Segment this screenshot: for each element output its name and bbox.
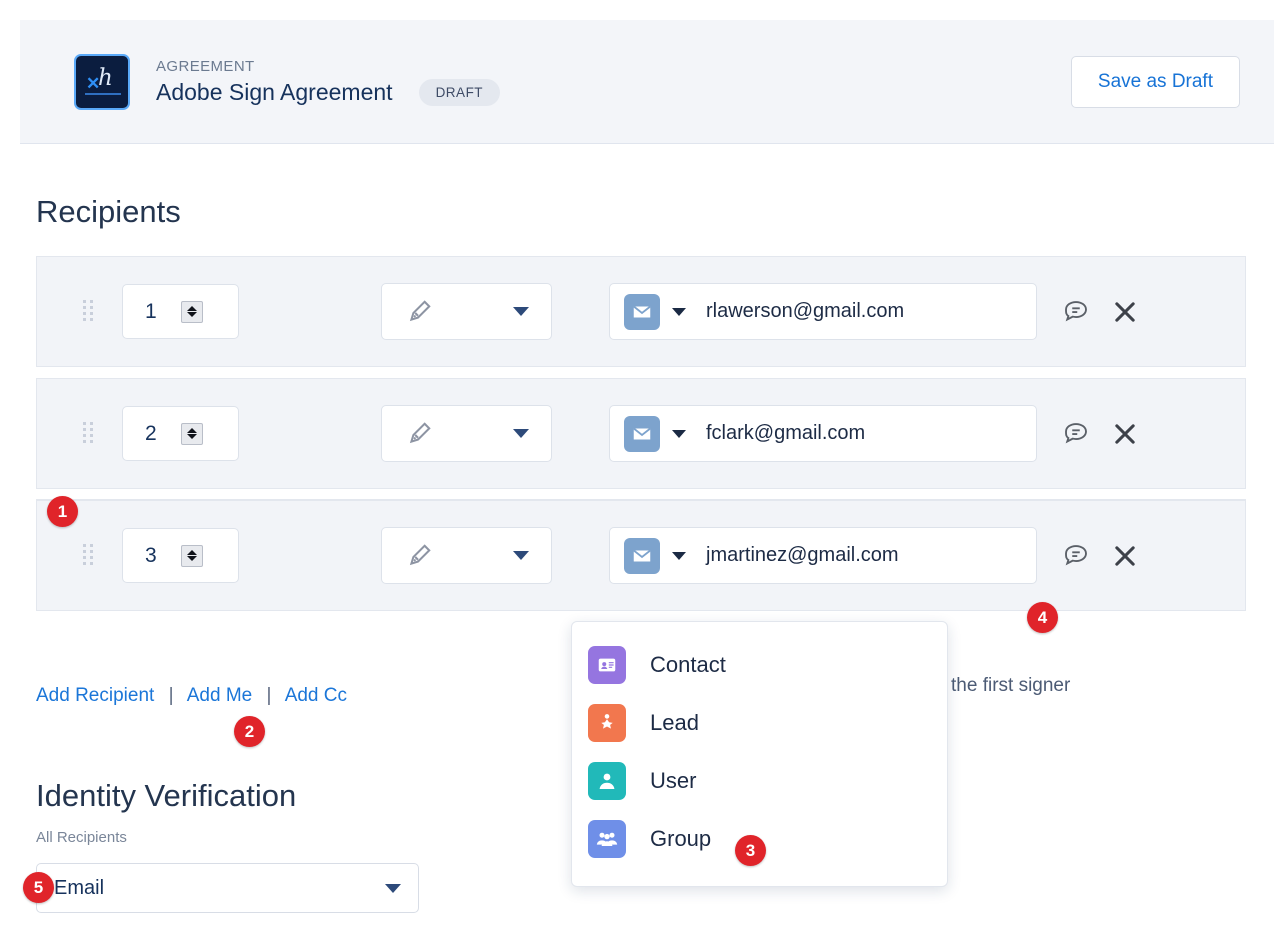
recipient-message-button[interactable] (1061, 297, 1091, 327)
recipient-row: 2 (36, 378, 1246, 489)
identity-verification-sublabel: All Recipients (36, 829, 127, 846)
chevron-down-icon (513, 429, 529, 438)
link-separator: | (267, 685, 272, 706)
page-title: Adobe Sign Agreement (156, 79, 393, 106)
recipient-order-input[interactable]: 1 (122, 284, 239, 339)
header-text-block: AGREEMENT Adobe Sign Agreement DRAFT (156, 57, 500, 107)
email-value: fclark@gmail.com (706, 422, 865, 445)
email-value: jmartinez@gmail.com (706, 544, 899, 567)
order-stepper[interactable] (181, 545, 203, 567)
email-envelope-icon[interactable] (624, 294, 660, 330)
group-people-icon (588, 820, 626, 858)
email-envelope-icon[interactable] (624, 538, 660, 574)
recipient-row: 3 (36, 500, 1246, 611)
recipient-row: 1 (36, 256, 1246, 367)
menu-item-user[interactable]: User (572, 752, 947, 810)
identity-verification-value: Email (54, 877, 104, 900)
recipient-message-button[interactable] (1061, 419, 1091, 449)
recipient-remove-button[interactable] (1111, 298, 1139, 326)
add-recipient-link[interactable]: Add Recipient (36, 685, 154, 706)
order-value: 1 (145, 300, 157, 324)
order-value: 2 (145, 422, 157, 446)
chevron-down-icon (385, 884, 401, 893)
menu-item-label: Lead (650, 710, 699, 736)
recipient-message-button[interactable] (1061, 541, 1091, 571)
recipient-email-field[interactable]: rlawerson@gmail.com (609, 283, 1037, 340)
drag-handle-icon[interactable] (83, 422, 93, 446)
order-value: 3 (145, 544, 157, 568)
recipient-action-links: Add Recipient | Add Me | Add Cc (36, 685, 347, 707)
recipients-heading: Recipients (36, 194, 181, 230)
menu-item-lead[interactable]: Lead (572, 694, 947, 752)
recipient-remove-button[interactable] (1111, 542, 1139, 570)
menu-item-contact[interactable]: Contact (572, 636, 947, 694)
logo-signature-mark: h (98, 67, 113, 90)
record-type-label: AGREEMENT (156, 57, 500, 77)
menu-item-label: User (650, 768, 696, 794)
order-stepper[interactable] (181, 301, 203, 323)
recipient-row-separator (36, 489, 1246, 500)
chevron-down-icon (513, 551, 529, 560)
add-me-link[interactable]: Add Me (187, 685, 252, 706)
close-x-icon (1111, 298, 1139, 326)
close-x-icon (1111, 542, 1139, 570)
step-marker-5: 5 (23, 872, 54, 903)
menu-item-label: Group (650, 826, 711, 852)
email-envelope-icon[interactable] (624, 416, 660, 452)
logo-underline (85, 93, 121, 95)
recipient-email-field[interactable]: jmartinez@gmail.com (609, 527, 1037, 584)
recipient-list: 1 (36, 256, 1246, 611)
link-separator: | (169, 685, 174, 706)
recipient-type-chevron-icon[interactable] (672, 552, 686, 560)
step-marker-4: 4 (1027, 602, 1058, 633)
signature-pen-icon (404, 541, 434, 571)
agreement-recipients-page: ✕ h AGREEMENT Adobe Sign Agreement DRAFT… (0, 0, 1274, 933)
step-marker-2: 2 (234, 716, 265, 747)
order-stepper[interactable] (181, 423, 203, 445)
identity-verification-heading: Identity Verification (36, 778, 296, 814)
drag-handle-icon[interactable] (83, 300, 93, 324)
step-marker-3: 3 (735, 835, 766, 866)
agreement-header-panel: ✕ h AGREEMENT Adobe Sign Agreement DRAFT… (20, 20, 1274, 144)
recipient-remove-button[interactable] (1111, 420, 1139, 448)
identity-verification-select[interactable]: Email (36, 863, 419, 913)
add-cc-link[interactable]: Add Cc (285, 685, 347, 706)
recipient-order-input[interactable]: 3 (122, 528, 239, 583)
recipient-type-chevron-icon[interactable] (672, 308, 686, 316)
email-value: rlawerson@gmail.com (706, 300, 904, 323)
recipient-order-input[interactable]: 2 (122, 406, 239, 461)
signature-pen-icon (404, 419, 434, 449)
chevron-down-icon (513, 307, 529, 316)
message-bubble-icon (1061, 419, 1091, 449)
recipient-email-field[interactable]: fclark@gmail.com (609, 405, 1037, 462)
save-as-draft-button[interactable]: Save as Draft (1071, 56, 1240, 108)
recipient-role-select[interactable] (381, 527, 552, 584)
recipient-role-select[interactable] (381, 405, 552, 462)
step-marker-1: 1 (47, 496, 78, 527)
message-bubble-icon (1061, 297, 1091, 327)
adobe-sign-logo-icon: ✕ h (74, 54, 130, 110)
lead-person-star-icon (588, 704, 626, 742)
message-bubble-icon (1061, 541, 1091, 571)
recipient-type-chevron-icon[interactable] (672, 430, 686, 438)
drag-handle-icon[interactable] (83, 544, 93, 568)
signature-pen-icon (404, 297, 434, 327)
user-person-icon (588, 762, 626, 800)
menu-item-label: Contact (650, 652, 726, 678)
recipient-role-select[interactable] (381, 283, 552, 340)
close-x-icon (1111, 420, 1139, 448)
contact-card-icon (588, 646, 626, 684)
status-badge: DRAFT (419, 79, 501, 106)
